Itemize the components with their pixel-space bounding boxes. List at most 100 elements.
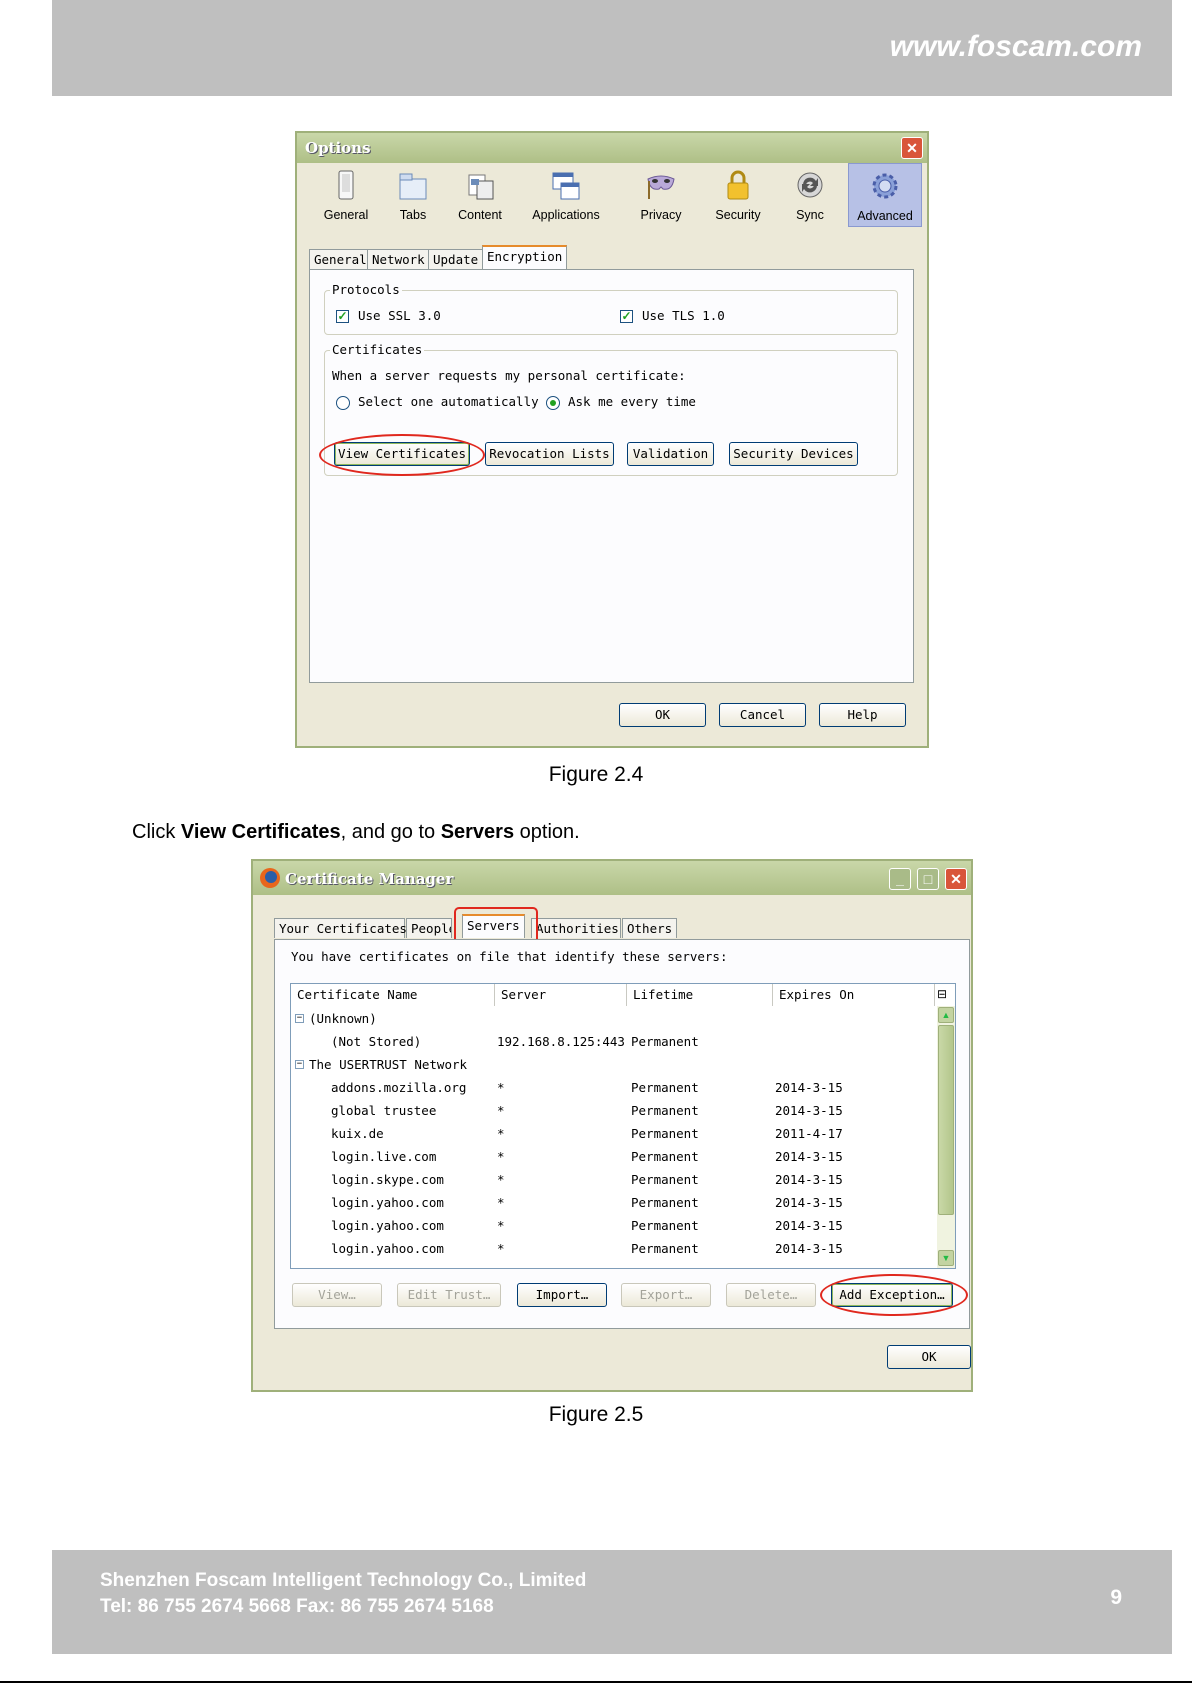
view-button[interactable]: View… (292, 1283, 382, 1307)
cell-certificate-name: addons.mozilla.org (331, 1080, 467, 1095)
category-general[interactable]: General (309, 163, 383, 227)
cell-server: * (497, 1126, 505, 1141)
cell-certificate-name: login.yahoo.com (331, 1218, 444, 1233)
cell-lifetime: Permanent (631, 1218, 699, 1233)
category-label: Privacy (640, 208, 682, 222)
vertical-scrollbar[interactable]: ▲ ▼ (937, 1006, 955, 1268)
servers-description: You have certificates on file that ident… (291, 949, 728, 964)
footer-contact: Tel: 86 755 2674 5668 Fax: 86 755 2674 5… (100, 1596, 494, 1617)
cell-expires-on: 2014-3-15 (775, 1195, 843, 1210)
content-page-icon (468, 174, 494, 200)
table-row[interactable]: kuix.de * Permanent 2011-4-17 (291, 1123, 941, 1145)
minimize-icon[interactable]: _ (889, 868, 911, 890)
category-tabs[interactable]: Tabs (376, 163, 450, 227)
table-row[interactable]: global trustee * Permanent 2014-3-15 (291, 1100, 941, 1122)
cell-certificate-name: login.live.com (331, 1149, 437, 1164)
radio-select-automatically[interactable] (336, 396, 350, 410)
instruction-mid: , and go to (340, 821, 441, 843)
table-row[interactable]: login.yahoo.com * Permanent 2014-3-15 (291, 1238, 941, 1260)
cancel-button[interactable]: Cancel (719, 703, 806, 727)
radio-ask-every-time-label: Ask me every time (568, 394, 696, 409)
import-button[interactable]: Import… (517, 1283, 607, 1307)
category-security[interactable]: Security (701, 163, 775, 227)
cell-expires-on: 2014-3-15 (775, 1080, 843, 1095)
cell-lifetime: Permanent (631, 1034, 699, 1049)
options-titlebar: Options ✕ (297, 133, 927, 163)
cell-certificate-name: login.skype.com (331, 1172, 444, 1187)
category-sync[interactable]: Sync (773, 163, 847, 227)
page-header: www.foscam.com (52, 0, 1172, 96)
cell-server: * (497, 1195, 505, 1210)
ok-button[interactable]: OK (887, 1345, 971, 1369)
tls-checkbox[interactable]: ✓ (620, 310, 633, 323)
tab-authorities[interactable]: Authorities (531, 918, 621, 938)
cell-certificate-name: login.yahoo.com (331, 1195, 444, 1210)
export-button[interactable]: Export… (621, 1283, 711, 1307)
category-content[interactable]: Content (443, 163, 517, 227)
tab-network[interactable]: Network (367, 249, 430, 269)
close-icon[interactable]: ✕ (945, 868, 967, 890)
cell-certificate-name: kuix.de (331, 1126, 384, 1141)
tab-your-certificates[interactable]: Your Certificates (274, 918, 407, 938)
category-advanced[interactable]: Advanced (848, 163, 922, 227)
options-window: Options ✕ General Tabs Content Applicati… (295, 131, 929, 748)
revocation-lists-button[interactable]: Revocation Lists (485, 442, 614, 466)
category-privacy[interactable]: Privacy (624, 163, 698, 227)
ok-button[interactable]: OK (619, 703, 706, 727)
tab-people[interactable]: People (406, 918, 452, 938)
header-url: www.foscam.com (889, 30, 1142, 63)
radio-ask-every-time[interactable] (546, 396, 560, 410)
cell-lifetime: Permanent (631, 1149, 699, 1164)
figure-caption-2-4: Figure 2.4 (548, 763, 644, 786)
instruction-view-certificates: View Certificates (180, 821, 341, 843)
tab-update[interactable]: Update (428, 249, 484, 269)
cell-lifetime: Permanent (631, 1172, 699, 1187)
certificate-manager-window: Certificate Manager _ □ ✕ Your Certifica… (251, 859, 973, 1392)
ssl-checkbox[interactable]: ✓ (336, 310, 349, 323)
table-row[interactable]: login.skype.com * Permanent 2014-3-15 (291, 1169, 941, 1191)
footer-company: Shenzhen Foscam Intelligent Technology C… (100, 1570, 587, 1591)
bottom-rule (0, 1681, 1192, 1683)
table-row[interactable]: login.yahoo.com * Permanent 2014-3-15 (291, 1192, 941, 1214)
column-server[interactable]: Server (495, 984, 627, 1006)
tab-general[interactable]: General (309, 249, 372, 269)
validation-button[interactable]: Validation (627, 442, 714, 466)
column-certificate-name[interactable]: Certificate Name (291, 984, 495, 1006)
close-icon[interactable]: ✕ (901, 137, 923, 159)
tree-group-row[interactable]: − (Unknown) (291, 1008, 941, 1030)
column-expires-on[interactable]: Expires On (773, 984, 935, 1006)
page-number: 9 (1110, 1586, 1122, 1609)
table-row[interactable]: login.live.com * Permanent 2014-3-15 (291, 1146, 941, 1168)
table-row[interactable]: addons.mozilla.org * Permanent 2014-3-15 (291, 1077, 941, 1099)
cell-expires-on: 2014-3-15 (775, 1172, 843, 1187)
edit-trust-button[interactable]: Edit Trust… (397, 1283, 501, 1307)
table-row[interactable]: (Not Stored) 192.168.8.125:443 Permanent (291, 1031, 941, 1053)
collapse-icon[interactable]: − (295, 1060, 304, 1069)
table-row[interactable]: login.yahoo.com * Permanent 2014-3-15 (291, 1215, 941, 1237)
cell-expires-on: 2014-3-15 (775, 1103, 843, 1118)
tab-others[interactable]: Others (622, 918, 678, 938)
scroll-down-icon[interactable]: ▼ (938, 1250, 954, 1266)
options-title: Options (305, 139, 371, 157)
maximize-icon[interactable]: □ (917, 868, 939, 890)
column-picker-icon[interactable]: ⊟ (937, 987, 947, 1001)
cell-certificate-name: (Not Stored) (331, 1034, 422, 1049)
cell-lifetime: Permanent (631, 1103, 699, 1118)
security-devices-button[interactable]: Security Devices (729, 442, 858, 466)
help-button[interactable]: Help (819, 703, 906, 727)
highlight-add-exception (820, 1274, 968, 1316)
column-lifetime[interactable]: Lifetime (627, 984, 773, 1006)
scroll-thumb[interactable] (938, 1025, 954, 1215)
scroll-up-icon[interactable]: ▲ (938, 1007, 954, 1023)
gear-icon (872, 173, 898, 199)
tree-group-row[interactable]: − The USERTRUST Network (291, 1054, 941, 1076)
encryption-panel: Protocols ✓ Use SSL 3.0 ✓ Use TLS 1.0 Ce… (309, 269, 914, 683)
collapse-icon[interactable]: − (295, 1014, 304, 1023)
cell-certificate-name: login.yahoo.com (331, 1241, 444, 1256)
instruction-pre: Click (132, 821, 181, 843)
category-applications[interactable]: Applications (518, 163, 614, 227)
certificate-tree: Certificate Name Server Lifetime Expires… (290, 983, 956, 1269)
tabs-icon (399, 173, 427, 200)
delete-button[interactable]: Delete… (726, 1283, 816, 1307)
tab-encryption[interactable]: Encryption (482, 245, 568, 269)
